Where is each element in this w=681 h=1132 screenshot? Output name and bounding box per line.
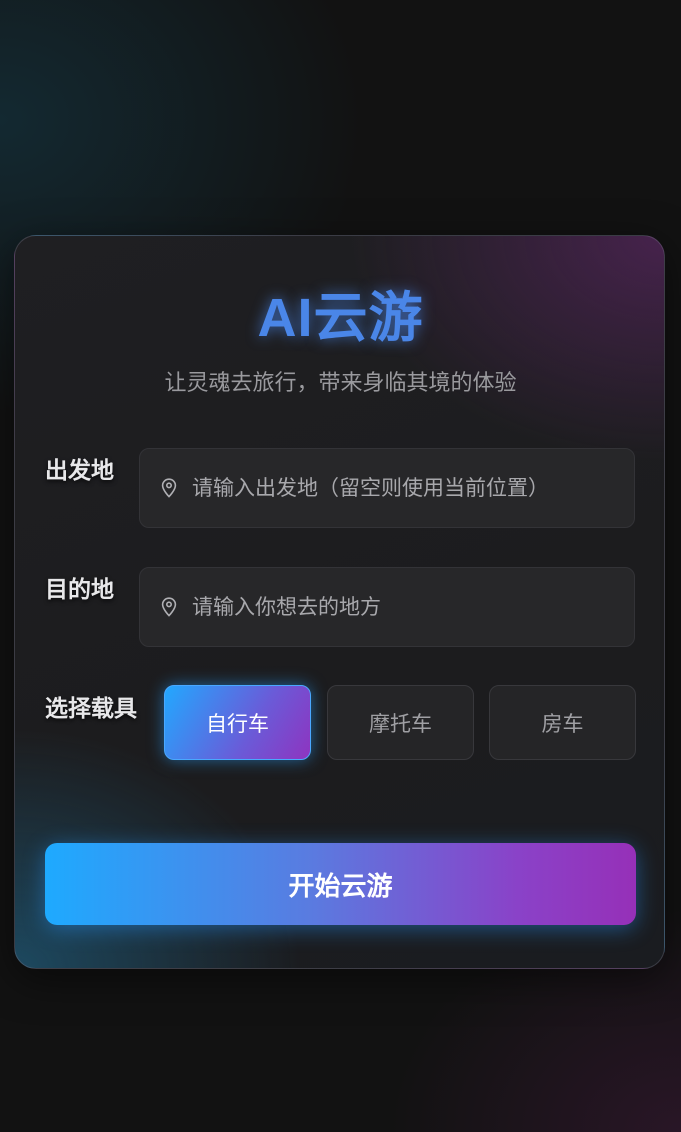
destination-input[interactable] — [192, 587, 634, 627]
trip-form-card: AI云游 让灵魂去旅行，带来身临其境的体验 出发地 目的地 选择载具 自行车 摩… — [14, 235, 665, 969]
origin-input[interactable] — [192, 468, 634, 508]
destination-field[interactable] — [139, 567, 635, 647]
vehicle-option-motorcycle[interactable]: 摩托车 — [327, 685, 474, 760]
location-pin-icon — [160, 597, 178, 617]
origin-label: 出发地 — [45, 458, 114, 484]
start-trip-button[interactable]: 开始云游 — [45, 843, 636, 925]
page-subtitle: 让灵魂去旅行，带来身临其境的体验 — [164, 371, 517, 396]
vehicle-option-rv[interactable]: 房车 — [489, 685, 636, 760]
destination-label: 目的地 — [45, 577, 114, 603]
vehicle-option-bicycle[interactable]: 自行车 — [164, 685, 311, 760]
location-pin-icon — [160, 478, 178, 498]
vehicle-label: 选择载具 — [45, 696, 137, 722]
origin-field[interactable] — [139, 448, 635, 528]
page-title: AI云游 — [257, 288, 424, 348]
